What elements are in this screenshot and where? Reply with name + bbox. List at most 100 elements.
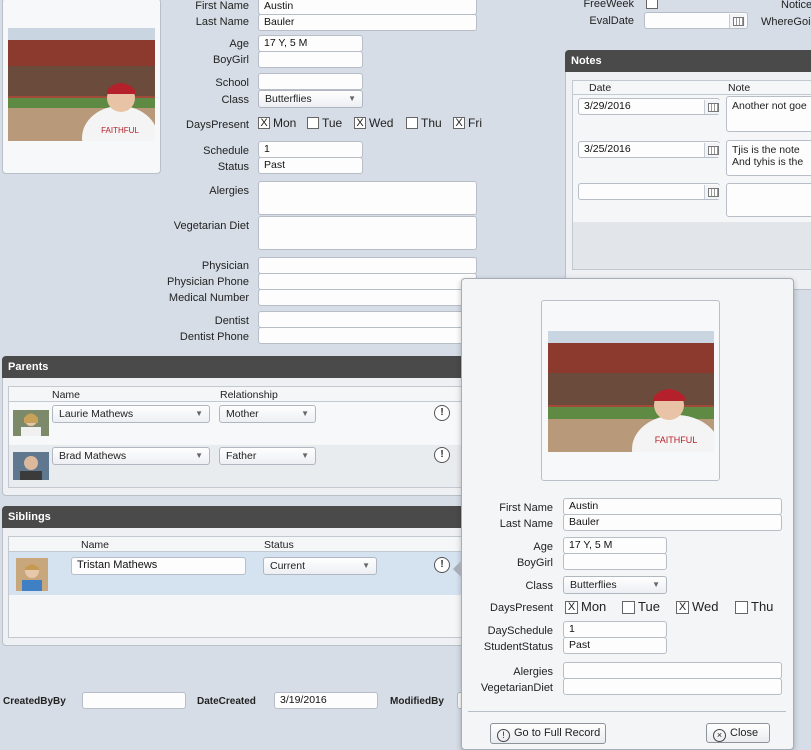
vegetarian-field[interactable]	[258, 216, 477, 250]
notes-header-line	[572, 94, 811, 95]
tue-checkbox[interactable]	[307, 117, 319, 129]
modifiedby-label: ModifiedBy	[390, 696, 444, 707]
parent-name-dropdown[interactable]: Laurie Mathews ▼	[52, 405, 210, 423]
dentist-label: Dentist	[214, 315, 249, 327]
popup-age-label: Age	[533, 541, 553, 553]
close-button[interactable]: × Close	[706, 723, 770, 743]
freeweek-label: FreeWeek	[583, 0, 634, 10]
note-date-field[interactable]	[578, 183, 720, 200]
first-name-field[interactable]: Austin	[258, 0, 477, 15]
thu-checkbox[interactable]	[406, 117, 418, 129]
datecreated-field[interactable]: 3/19/2016	[274, 692, 378, 709]
school-field[interactable]	[258, 73, 363, 90]
popup-vegetarian-field[interactable]	[563, 678, 782, 695]
note-text-field[interactable]	[726, 183, 811, 217]
createdby-field[interactable]	[82, 692, 186, 709]
popup-pointer	[453, 561, 461, 577]
parent-avatar-image	[13, 410, 49, 436]
freeweek-checkbox[interactable]	[646, 0, 658, 9]
note-text-field[interactable]: Another not goe	[726, 96, 811, 132]
popup-divider	[468, 711, 786, 712]
close-label: Close	[730, 727, 759, 739]
calendar-icon[interactable]	[704, 185, 720, 199]
boygirl-field[interactable]	[258, 51, 363, 68]
popup-mon-label: Mon	[581, 599, 607, 614]
dentist-field[interactable]	[258, 311, 477, 328]
popup-last-name-label: Last Name	[499, 518, 553, 530]
popup-thu-checkbox[interactable]	[735, 601, 748, 614]
schedule-label: Schedule	[203, 145, 249, 157]
note-date-field[interactable]: 3/25/2016	[578, 141, 720, 158]
calendar-icon[interactable]	[704, 143, 720, 157]
sibling-name-field[interactable]: Tristan Mathews	[71, 557, 246, 575]
fri-label: Fri	[468, 116, 482, 130]
physician-label: Physician	[201, 260, 249, 272]
dentist-phone-field[interactable]	[258, 327, 477, 344]
school-label: School	[215, 77, 249, 89]
popup-class-label: Class	[525, 580, 553, 592]
popup-class-dropdown[interactable]: Butterflies ▼	[563, 576, 667, 594]
medical-number-field[interactable]	[258, 289, 477, 306]
popup-studentstatus-label: StudentStatus	[483, 641, 553, 653]
age-field[interactable]: 17 Y, 5 M	[258, 35, 363, 52]
note-text-field[interactable]: Tjis is the note And tyhis is the	[726, 140, 811, 176]
popup-first-name-field[interactable]: Austin	[563, 498, 782, 515]
popup-student-photo: FAITHFUL	[548, 331, 714, 452]
popup-age-field[interactable]: 17 Y, 5 M	[563, 537, 667, 554]
evaldate-field[interactable]	[644, 12, 748, 29]
mon-label: Mon	[273, 116, 297, 130]
popup-mon-checkbox[interactable]: X	[565, 601, 578, 614]
wheregoing-label: WhereGoi	[761, 16, 811, 28]
parent-relationship-dropdown[interactable]: Father ▼	[219, 447, 316, 465]
thu-label: Thu	[421, 116, 442, 130]
popup-boygirl-field[interactable]	[563, 553, 667, 570]
days-present-label: DaysPresent	[186, 119, 249, 131]
parent-name-dropdown[interactable]: Brad Mathews ▼	[52, 447, 210, 465]
sibling-status-dropdown[interactable]: Current ▼	[263, 557, 377, 575]
createdby-label: CreatedByBy	[3, 696, 66, 707]
popup-dayschedule-field[interactable]: 1	[563, 621, 667, 638]
parent-relationship-dropdown[interactable]: Mother ▼	[219, 405, 316, 423]
popup-boygirl-label: BoyGirl	[516, 557, 553, 569]
status-field[interactable]: Past	[258, 157, 363, 174]
note-date-field[interactable]: 3/29/2016	[578, 98, 720, 115]
schedule-field[interactable]: 1	[258, 141, 363, 158]
parent-avatar	[13, 410, 49, 436]
popup-last-name-field[interactable]: Bauler	[563, 514, 782, 531]
popup-wed-checkbox[interactable]: X	[676, 601, 689, 614]
fri-checkbox[interactable]: X	[453, 117, 465, 129]
popup-tue-checkbox[interactable]	[622, 601, 635, 614]
sibling-avatar-image	[16, 558, 48, 591]
parent-name: Brad Mathews	[59, 450, 127, 462]
siblings-col-status: Status	[264, 539, 294, 551]
parent-relationship: Mother	[226, 408, 259, 420]
physician-phone-field[interactable]	[258, 273, 477, 290]
wed-checkbox[interactable]: X	[354, 117, 366, 129]
wed-label: Wed	[369, 116, 394, 130]
class-dropdown[interactable]: Butterflies ▼	[258, 90, 363, 108]
notes-col-date: Date	[589, 82, 612, 94]
calendar-icon[interactable]	[704, 100, 720, 114]
person-icon: !	[497, 729, 510, 742]
go-to-full-record-button[interactable]: ! Go to Full Record	[490, 723, 606, 744]
person-icon[interactable]: !	[434, 405, 450, 421]
chevron-down-icon: ▼	[362, 561, 370, 570]
popup-studentstatus-field[interactable]: Past	[563, 637, 667, 654]
parents-title: Parents	[2, 356, 472, 378]
svg-text:FAITHFUL: FAITHFUL	[101, 126, 139, 135]
popup-alergies-field[interactable]	[563, 662, 782, 679]
popup-class-value: Butterflies	[570, 579, 617, 591]
physician-field[interactable]	[258, 257, 477, 274]
last-name-field[interactable]: Bauler	[258, 14, 477, 31]
alergies-field[interactable]	[258, 181, 477, 215]
parent-name: Laurie Mathews	[59, 408, 134, 420]
person-icon[interactable]: !	[434, 557, 450, 573]
student-photo[interactable]: FAITHFUL	[8, 28, 155, 141]
popup-first-name-label: First Name	[499, 502, 553, 514]
alergies-label: Alergies	[209, 185, 249, 197]
chevron-down-icon: ▼	[301, 451, 309, 460]
mon-checkbox[interactable]: X	[258, 117, 270, 129]
person-icon[interactable]: !	[434, 447, 450, 463]
chevron-down-icon: ▼	[652, 580, 660, 589]
calendar-icon[interactable]	[729, 14, 745, 28]
